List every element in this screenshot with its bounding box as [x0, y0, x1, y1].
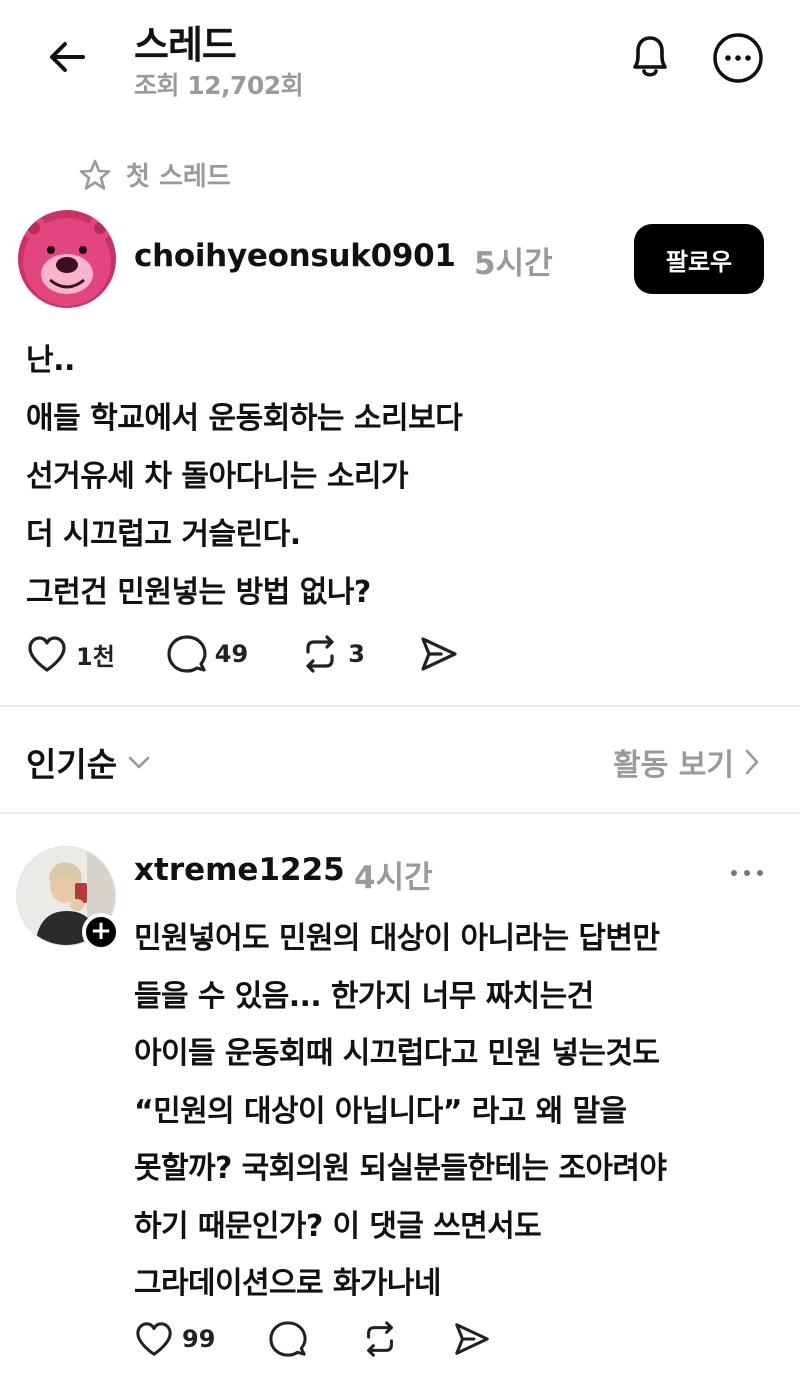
send-icon [455, 1323, 490, 1355]
comment-bubble-icon [167, 635, 207, 673]
follow-plus-badge[interactable]: + [82, 913, 120, 951]
sort-dropdown[interactable]: 인기순 [26, 738, 151, 786]
send-icon [421, 637, 457, 671]
back-button[interactable] [40, 30, 94, 84]
comment-count: 49 [214, 640, 249, 668]
post-text-line: 선거유세 차 돌아다니는 소리가 [26, 459, 409, 494]
repost-icon [367, 1321, 394, 1357]
reply-text-line: 하기 때문인가? 이 댓글 쓰면서도 [134, 1208, 542, 1244]
repost-button[interactable]: 3 [300, 634, 365, 674]
sort-label: 인기순 [26, 745, 118, 784]
like-button[interactable]: 1천 [26, 634, 115, 674]
divider [0, 705, 800, 707]
reply-text-line: 아이들 운동회때 시끄럽다고 민원 넣는것도 [134, 1036, 660, 1071]
reply-actions: 99 [134, 1320, 491, 1358]
reply-like-count: 99 [182, 1325, 216, 1353]
post-actions: 1천 49 3 [26, 634, 459, 674]
reply-text-line: 민원넣어도 민원의 대상이 아니라는 답변만 [134, 921, 660, 956]
avatar[interactable] [18, 210, 116, 308]
like-count: 1천 [76, 642, 115, 671]
reply-time: 4시간 [354, 860, 433, 896]
comment-button[interactable]: 49 [167, 634, 248, 674]
heart-icon [136, 1322, 172, 1356]
view-activity-link[interactable]: 활동 보기 [613, 740, 760, 784]
repost-icon [306, 635, 334, 673]
view-activity-label: 활동 보기 [613, 748, 734, 783]
reply-like-button[interactable]: 99 [134, 1320, 215, 1358]
post-time: 5시간 [474, 246, 553, 282]
post-text-line: 그런건 민원넣는 방법 없나? [26, 575, 371, 610]
heart-icon [28, 636, 66, 672]
chevron-right-icon [745, 749, 759, 775]
avatar-image [18, 210, 116, 308]
reply-text-line: 그라데이션으로 화가나네 [134, 1266, 441, 1301]
reply-username[interactable]: xtreme1225 [134, 852, 345, 888]
post-body: 난.. 애들 학교에서 운동회하는 소리보다 선거유세 차 돌아다니는 소리가 … [26, 332, 766, 622]
page-title: 스레드 [134, 23, 237, 67]
reply-body: 민원넣어도 민원의 대상이 아니라는 답변만 들을 수 있음... 한가지 너무… [134, 910, 784, 1313]
reply-text-line: 들을 수 있음... 한가지 너무 짜치는건 [134, 978, 594, 1014]
post-text-line: 애들 학교에서 운동회하는 소리보다 [26, 401, 463, 436]
first-thread-indicator: 첫 스레드 [78, 156, 231, 193]
repost-count: 3 [348, 640, 365, 668]
reply-comment-button[interactable] [269, 1320, 308, 1358]
post-text-line: 더 시끄럽고 거슬린다. [26, 517, 301, 552]
reply-share-button[interactable] [453, 1320, 491, 1358]
divider [0, 812, 800, 814]
view-count: 조회 12,702회 [134, 71, 304, 100]
post-username[interactable]: choihyeonsuk0901 [134, 238, 456, 274]
more-horizontal-circle-icon [713, 33, 763, 83]
follow-button[interactable]: 팔로우 [634, 224, 764, 294]
reply-text-line: 못할까? 국회의원 되실분들한테는 조아려야 [134, 1151, 667, 1186]
post-text-line: 난.. [26, 343, 75, 378]
first-thread-label: 첫 스레드 [126, 162, 231, 192]
star-outline-icon [79, 159, 111, 190]
notifications-button[interactable] [622, 26, 678, 86]
more-options-button[interactable] [710, 30, 766, 86]
reply-more-button[interactable] [724, 856, 770, 890]
arrow-left-icon [50, 42, 85, 72]
share-button[interactable] [419, 634, 459, 674]
more-horizontal-icon [731, 870, 763, 876]
comment-bubble-icon [269, 1321, 308, 1357]
bell-icon [633, 36, 667, 77]
reply-text-line: “민원의 대상이 아닙니다” 라고 왜 말을 [134, 1093, 627, 1129]
chevron-down-icon [128, 756, 150, 769]
reply-repost-button[interactable] [361, 1320, 399, 1358]
